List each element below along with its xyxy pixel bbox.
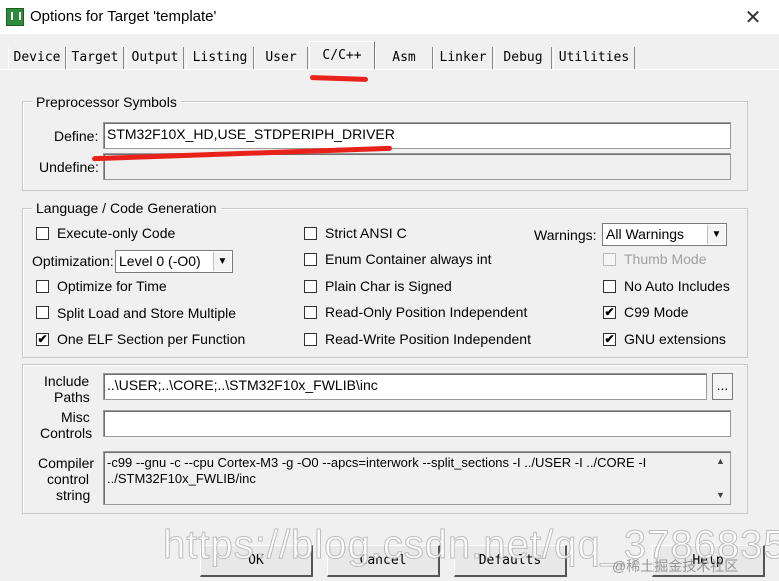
compiler-label-line3: string — [56, 487, 91, 503]
warnings-select[interactable]: All Warnings ▼ — [602, 223, 727, 246]
window-title: Options for Target 'template' — [30, 8, 217, 25]
compiler-control-string: -c99 --gnu -c --cpu Cortex-M3 -g -O0 --a… — [103, 451, 731, 505]
misc-controls-input[interactable] — [103, 410, 731, 437]
plain-char-checkbox[interactable] — [304, 280, 317, 293]
chevron-down-icon[interactable]: ▼ — [707, 225, 725, 244]
tab-debug[interactable]: Debug — [494, 47, 552, 69]
compiler-label-line1: Compiler — [38, 455, 95, 471]
execute-only-label: Execute-only Code — [57, 225, 176, 241]
chevron-down-icon[interactable]: ▼ — [213, 252, 231, 271]
tab-asm[interactable]: Asm — [375, 47, 433, 69]
optimization-value: Level 0 (-O0) — [119, 253, 201, 269]
scroll-up-icon[interactable]: ▲ — [712, 453, 729, 469]
ro-position-independent-label: Read-Only Position Independent — [325, 304, 528, 320]
rw-position-independent-checkbox[interactable] — [304, 333, 317, 346]
include-paths-input[interactable]: ..\USER;..\CORE;..\STM32F10x_FWLIB\inc — [103, 373, 707, 400]
undefine-label: Undefine: — [39, 159, 99, 175]
tab-linker[interactable]: Linker — [433, 47, 493, 69]
strict-ansi-checkbox[interactable] — [304, 227, 317, 240]
close-icon[interactable]: ✕ — [738, 3, 768, 31]
c99-mode-checkbox[interactable]: ✔ — [603, 306, 616, 319]
tab-output[interactable]: Output — [126, 47, 184, 69]
title-bar: Options for Target 'template' ✕ — [0, 0, 779, 34]
optimize-time-label: Optimize for Time — [57, 278, 167, 294]
warnings-label: Warnings: — [534, 227, 597, 243]
misc-label-line1: Misc — [61, 409, 90, 425]
watermark-site: @稀土掘金技术社区 — [612, 558, 739, 574]
compiler-label-line2: control — [47, 471, 90, 487]
preprocessor-group-title: Preprocessor Symbols — [32, 94, 181, 110]
tab-c-cpp[interactable]: C/C++ — [309, 41, 375, 70]
warnings-value: All Warnings — [606, 226, 685, 242]
codegen-group-title: Language / Code Generation — [32, 200, 221, 216]
enum-container-label: Enum Container always int — [325, 251, 492, 267]
include-label-line2: Paths — [54, 389, 90, 405]
enum-container-checkbox[interactable] — [304, 253, 317, 266]
optimization-label: Optimization: — [32, 253, 114, 269]
optimization-select[interactable]: Level 0 (-O0) ▼ — [115, 250, 233, 273]
one-elf-label: One ELF Section per Function — [57, 331, 246, 347]
plain-char-label: Plain Char is Signed — [325, 278, 452, 294]
scroll-down-icon[interactable]: ▼ — [712, 487, 729, 503]
compiler-string-line1: -c99 --gnu -c --cpu Cortex-M3 -g -O0 --a… — [107, 455, 647, 470]
rw-position-independent-label: Read-Write Position Independent — [325, 331, 531, 347]
no-auto-includes-label: No Auto Includes — [624, 278, 730, 294]
optimize-time-checkbox[interactable] — [36, 280, 49, 293]
ro-position-independent-checkbox[interactable] — [304, 306, 317, 319]
define-input[interactable]: STM32F10X_HD,USE_STDPERIPH_DRIVER — [103, 122, 731, 149]
split-load-checkbox[interactable] — [36, 306, 49, 319]
gnu-extensions-label: GNU extensions — [624, 331, 726, 347]
tab-target[interactable]: Target — [66, 47, 124, 69]
tab-divider — [0, 69, 779, 70]
no-auto-includes-checkbox[interactable] — [603, 280, 616, 293]
split-load-label: Split Load and Store Multiple — [57, 305, 236, 321]
compiler-scrollbar[interactable]: ▲ ▼ — [712, 453, 729, 503]
thumb-mode-label: Thumb Mode — [624, 251, 707, 267]
red-annotation-underline — [309, 74, 369, 83]
tab-listing[interactable]: Listing — [186, 47, 254, 69]
thumb-mode-checkbox[interactable] — [603, 253, 616, 266]
one-elf-checkbox[interactable]: ✔ — [36, 333, 49, 346]
gnu-extensions-checkbox[interactable]: ✔ — [603, 333, 616, 346]
define-label: Define: — [54, 128, 99, 144]
strict-ansi-label: Strict ANSI C — [325, 225, 407, 241]
app-icon — [6, 8, 24, 26]
tab-device[interactable]: Device — [8, 47, 66, 69]
tab-user[interactable]: User — [254, 47, 308, 69]
include-label-line1: Include — [44, 373, 90, 389]
compiler-string-line2: ../STM32F10x_FWLIB/inc — [107, 471, 256, 486]
misc-label-line2: Controls — [40, 425, 93, 441]
c99-mode-label: C99 Mode — [624, 304, 689, 320]
tab-utilities[interactable]: Utilities — [553, 47, 635, 69]
browse-include-button[interactable]: ... — [712, 373, 733, 400]
execute-only-checkbox[interactable] — [36, 227, 49, 240]
